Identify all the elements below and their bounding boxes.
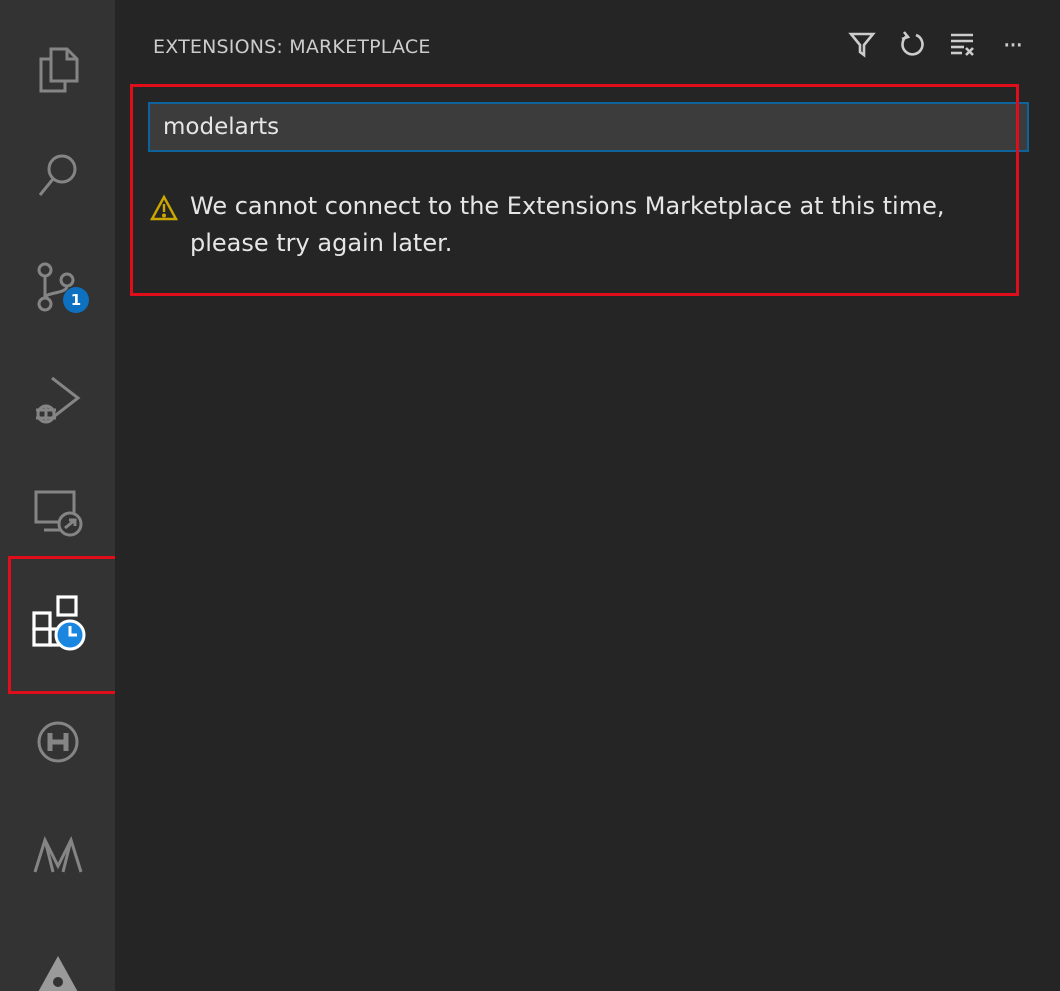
refresh-button[interactable] (894, 28, 930, 64)
run-debug-icon (32, 372, 84, 428)
activity-explorer[interactable] (0, 20, 115, 120)
activity-source-control[interactable]: 1 (0, 237, 115, 337)
activity-modelarts[interactable] (0, 806, 115, 906)
search-icon (34, 149, 82, 201)
modelarts-icon (31, 836, 85, 876)
clear-results-icon (948, 30, 976, 62)
extensions-sidebar: EXTENSIONS: MARKETPLACE ··· modelarts We… (115, 0, 1060, 991)
extensions-search-input[interactable] (150, 104, 1027, 150)
sidebar-title: EXTENSIONS: MARKETPLACE (153, 36, 431, 58)
error-text: We cannot connect to the Extensions Mark… (190, 188, 944, 262)
remote-explorer-icon (32, 486, 84, 538)
marketplace-error-message: We cannot connect to the Extensions Mark… (149, 188, 1010, 262)
vscode-window: 1 EXTENSIONS: MARKETPLACE ··· modelarts … (0, 0, 1060, 991)
extensions-icon (30, 593, 86, 651)
activity-remote-explorer[interactable] (0, 462, 115, 562)
filter-button[interactable] (844, 28, 880, 64)
triangle-logo-icon (33, 952, 83, 991)
more-actions-button[interactable]: ··· (994, 28, 1030, 64)
error-text-line-1: We cannot connect to the Extensions Mark… (190, 192, 945, 220)
activity-huawei-cloud[interactable] (0, 692, 115, 792)
more-actions-icon: ··· (1002, 31, 1024, 61)
activity-search[interactable] (0, 125, 115, 225)
activity-bar: 1 (0, 0, 130, 991)
huawei-cloud-icon (33, 717, 83, 767)
explorer-icon (35, 45, 81, 95)
extensions-search-box[interactable] (148, 102, 1029, 152)
warning-icon (149, 194, 179, 222)
sidebar-header: EXTENSIONS: MARKETPLACE ··· (115, 0, 1060, 96)
refresh-icon (898, 30, 926, 62)
clear-results-button[interactable] (944, 28, 980, 64)
error-text-line-2: please try again later. (190, 229, 453, 257)
source-control-badge: 1 (63, 287, 89, 313)
filter-icon (848, 30, 876, 62)
activity-run-debug[interactable] (0, 350, 115, 450)
activity-triangle-logo[interactable] (0, 925, 115, 991)
header-actions: ··· (844, 26, 1030, 66)
activity-extensions[interactable] (0, 572, 115, 672)
